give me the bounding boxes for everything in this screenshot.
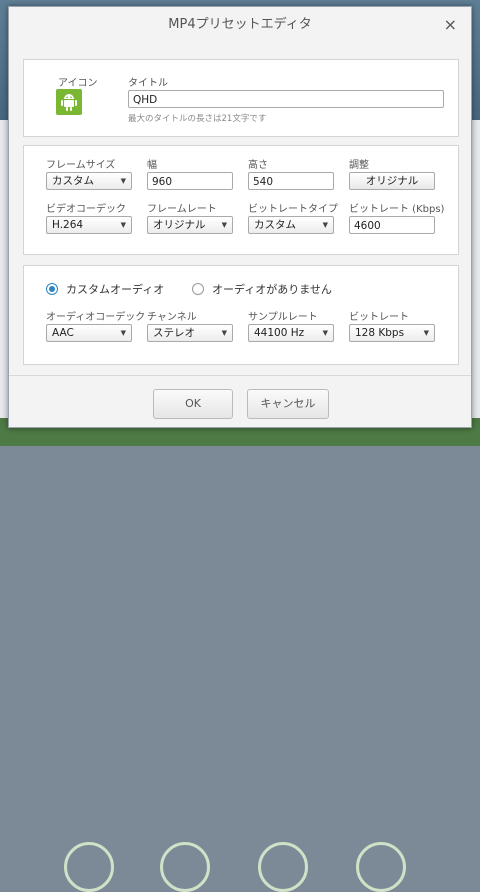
- width-input[interactable]: 960: [147, 172, 233, 190]
- title-hint: 最大のタイトルの長さは21文字です: [128, 114, 267, 124]
- audio-codec-label: オーディオコーデック: [46, 312, 146, 323]
- frame-size-label: フレームサイズ: [46, 160, 116, 171]
- custom-audio-radio[interactable]: [46, 283, 58, 295]
- channel-select[interactable]: ステレオ ▼: [147, 324, 233, 342]
- width-label: 幅: [147, 160, 157, 171]
- general-panel: アイコン タイトル QHD 最大のタイトルの長さは21文字です: [23, 59, 459, 137]
- audio-codec-value: AAC: [52, 327, 74, 339]
- preset-editor-dialog: MP4プリセットエディタ × アイコン タイトル QHD 最大のタイトルの長さは…: [8, 6, 472, 428]
- bitrate-type-select[interactable]: カスタム ▼: [248, 216, 334, 234]
- sample-rate-select[interactable]: 44100 Hz ▼: [248, 324, 334, 342]
- background-circle-icon: [356, 842, 406, 892]
- chevron-down-icon: ▼: [423, 329, 429, 337]
- frame-size-select[interactable]: カスタム ▼: [46, 172, 132, 190]
- chevron-down-icon: ▼: [120, 221, 126, 229]
- video-codec-value: H.264: [52, 219, 84, 231]
- title-input[interactable]: QHD: [128, 90, 444, 108]
- background-circle-icon: [160, 842, 210, 892]
- video-codec-label: ビデオコーデック: [46, 204, 126, 215]
- android-icon[interactable]: [56, 89, 82, 115]
- height-label: 高さ: [248, 160, 268, 171]
- background-circle-icon: [258, 842, 308, 892]
- frame-size-value: カスタム: [52, 175, 94, 187]
- title-label: タイトル: [128, 78, 168, 89]
- chevron-down-icon: ▼: [120, 177, 126, 185]
- audio-settings-panel: カスタムオーディオ オーディオがありません オーディオコーデック AAC ▼ チ…: [23, 265, 459, 365]
- chevron-down-icon: ▼: [322, 221, 328, 229]
- video-settings-panel: フレームサイズ カスタム ▼ 幅 960 高さ 540 調整 オリジナル ビデオ…: [23, 145, 459, 255]
- height-input[interactable]: 540: [248, 172, 334, 190]
- chevron-down-icon: ▼: [322, 329, 328, 337]
- chevron-down-icon: ▼: [120, 329, 126, 337]
- dialog-title: MP4プリセットエディタ: [168, 17, 312, 32]
- adjust-label: 調整: [349, 160, 369, 171]
- sample-rate-label: サンプルレート: [248, 312, 318, 323]
- audio-codec-select[interactable]: AAC ▼: [46, 324, 132, 342]
- no-audio-label: オーディオがありません: [212, 283, 332, 296]
- close-icon[interactable]: ×: [444, 15, 457, 35]
- ok-button[interactable]: OK: [153, 389, 233, 419]
- chevron-down-icon: ▼: [221, 221, 227, 229]
- original-size-button[interactable]: オリジナル: [349, 172, 435, 190]
- audio-bitrate-value: 128 Kbps: [355, 327, 405, 339]
- cancel-button[interactable]: キャンセル: [247, 389, 329, 419]
- sample-rate-value: 44100 Hz: [254, 327, 305, 339]
- framerate-value: オリジナル: [153, 219, 206, 231]
- bitrate-type-value: カスタム: [254, 219, 296, 231]
- channel-value: ステレオ: [153, 327, 195, 339]
- custom-audio-label: カスタムオーディオ: [66, 283, 165, 296]
- framerate-select[interactable]: オリジナル ▼: [147, 216, 233, 234]
- framerate-label: フレームレート: [147, 204, 217, 215]
- audio-bitrate-select[interactable]: 128 Kbps ▼: [349, 324, 435, 342]
- audio-bitrate-label: ビットレート: [349, 312, 409, 323]
- video-bitrate-input[interactable]: 4600: [349, 216, 435, 234]
- no-audio-radio[interactable]: [192, 283, 204, 295]
- footer-divider: [9, 375, 471, 376]
- bitrate-type-label: ビットレートタイプ: [248, 204, 338, 215]
- chevron-down-icon: ▼: [221, 329, 227, 337]
- video-bitrate-label: ビットレート (Kbps): [349, 204, 445, 215]
- channel-label: チャンネル: [147, 312, 197, 323]
- icon-label: アイコン: [58, 78, 98, 89]
- background-circle-icon: [64, 842, 114, 892]
- video-codec-select[interactable]: H.264 ▼: [46, 216, 132, 234]
